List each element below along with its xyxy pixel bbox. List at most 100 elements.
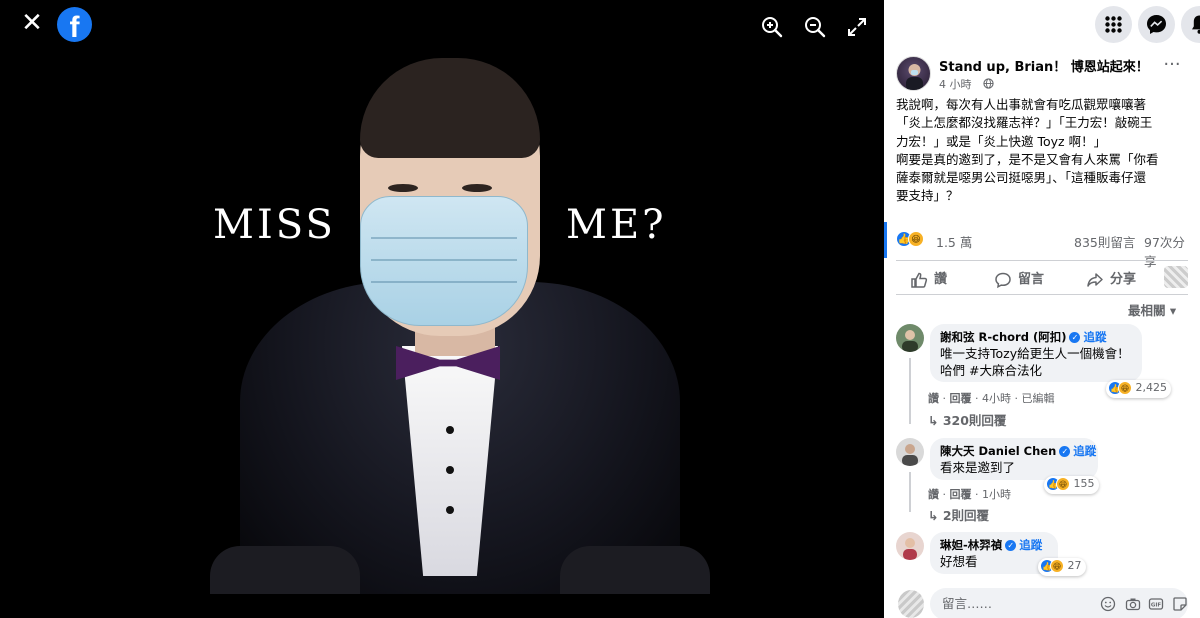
photo-caption-me: ME?: [566, 202, 667, 248]
comment-actions: 讚 · 回覆 · 1小時: [928, 488, 1011, 501]
comment-item: 謝和弦 R-chord (阿扣) ✓ 追蹤 唯一支持Tozy給更生人一個機會！ 哈們…: [896, 324, 1196, 434]
figure-hair: [360, 58, 540, 158]
like-button[interactable]: 讚: [910, 268, 947, 289]
post-text: 我說啊，每次有人出事就會有吃瓜觀眾嚷嚷著 「炎上怎麼都沒找羅志祥？」「王力宏！敲…: [896, 96, 1194, 206]
notification-icon[interactable]: [1181, 6, 1200, 43]
follow-link[interactable]: 追蹤: [1019, 538, 1042, 552]
comment-text: 看來是邀到了: [940, 460, 1016, 475]
commenter-avatar[interactable]: [896, 532, 924, 560]
comment-time[interactable]: 4小時: [982, 392, 1011, 405]
shirt-stud: [446, 426, 454, 434]
thread-line: [909, 358, 911, 424]
post-text-line: 啊要是真的邀到了，是不是又會有人來罵「你看: [896, 151, 1159, 167]
focus-indicator: [884, 222, 887, 258]
thread-line: [909, 472, 911, 512]
eye: [388, 184, 418, 192]
haha-reaction-icon: 😆: [1118, 381, 1132, 395]
svg-text:GIF: GIF: [1151, 603, 1162, 609]
comment-text: 好想看: [940, 554, 978, 569]
comment-like-link[interactable]: 讚: [928, 488, 939, 501]
verified-badge-icon: ✓: [1059, 446, 1071, 457]
reactions-summary[interactable]: 👍😆 1.5 萬 835則留言 97次分享: [896, 230, 1188, 269]
user-avatar[interactable]: [898, 590, 924, 618]
comment-reply-link[interactable]: 回覆: [950, 488, 972, 501]
emoji-icon[interactable]: [1100, 596, 1116, 612]
commenter-name[interactable]: 謝和弦 R-chord (阿扣): [940, 330, 1066, 344]
comment-reaction-count: 155: [1073, 477, 1095, 490]
zoom-in-icon[interactable]: [759, 14, 785, 40]
menu-grid-icon[interactable]: [1095, 6, 1132, 43]
messenger-icon[interactable]: [1138, 6, 1175, 43]
follow-link[interactable]: 追蹤: [1073, 444, 1096, 458]
top-bar: [884, 0, 1200, 50]
haha-reaction-icon: 😆: [1050, 559, 1064, 573]
view-replies-link[interactable]: ↳ 320則回覆: [928, 410, 1006, 429]
photo-caption-miss: MISS: [213, 202, 336, 248]
comment-count[interactable]: 835則留言: [1074, 232, 1135, 251]
comment-reaction-count: 2,425: [1135, 381, 1168, 394]
post-text-line: 要支持」？: [896, 188, 959, 204]
commenter-name[interactable]: 陳大天 Daniel Chen: [940, 444, 1056, 458]
view-replies-link[interactable]: ↳ 2則回覆: [928, 505, 989, 524]
share-button[interactable]: 分享: [1086, 268, 1136, 289]
glove: [560, 546, 710, 594]
follow-link[interactable]: 追蹤: [1083, 330, 1106, 344]
comment-time[interactable]: 1小時: [982, 488, 1011, 501]
comment-sort-dropdown[interactable]: 最相關 ▾: [1128, 300, 1176, 319]
comment-icon: [995, 272, 1011, 288]
comment-button[interactable]: 留言: [994, 268, 1044, 289]
close-icon[interactable]: ✕: [18, 10, 46, 38]
haha-reaction-icon: 😆: [908, 230, 924, 247]
photo-viewer-page: ✕ f MISS ME? Stand up, Brian！ 博恩站起來！ 4 小…: [0, 0, 1200, 618]
face-mask: [360, 196, 528, 326]
divider: [896, 294, 1188, 295]
commenter-avatar[interactable]: [896, 324, 924, 352]
comment-composer: 留言…… GIF: [896, 588, 1196, 618]
post-text-line: 力宏！」或是「炎上快邀 Toyz 啊！」: [896, 133, 1107, 149]
comment-actions: 讚 · 回覆 · 4小時 · 已編輯: [928, 392, 1055, 405]
share-icon: [1087, 272, 1103, 287]
verified-badge-icon: ✓: [1069, 332, 1081, 343]
post-action-bar: 讚 留言 分享: [896, 262, 1200, 292]
comment-reactions[interactable]: 👍😆 2,425: [1106, 380, 1171, 398]
post-text-line: 薩泰爾就是噁男公司挺噁男」、「這種販毒仔還: [896, 170, 1147, 186]
page-name-link[interactable]: Stand up, Brian！ 博恩站起來！: [939, 56, 1149, 75]
comment-reactions[interactable]: 👍😆 155: [1044, 476, 1099, 494]
comment-like-link[interactable]: 讚: [928, 392, 939, 405]
shirt-stud: [446, 506, 454, 514]
camera-icon[interactable]: [1125, 596, 1141, 612]
haha-reaction-icon: 😆: [1056, 477, 1070, 491]
more-options-button[interactable]: ···: [1160, 56, 1184, 80]
share-as-avatar[interactable]: [1164, 266, 1188, 288]
comment-bubble: 陳大天 Daniel Chen ✓ 追蹤 看來是邀到了: [930, 438, 1098, 480]
facebook-logo-icon[interactable]: f: [57, 7, 92, 42]
comment-reaction-count: 27: [1067, 559, 1082, 572]
reaction-count[interactable]: 1.5 萬: [936, 232, 972, 251]
post-text-line: 「炎上怎麼都沒找羅志祥？」「王力宏！敲碗王: [896, 115, 1153, 131]
comment-item: 陳大天 Daniel Chen ✓ 追蹤 看來是邀到了 👍😆 155 讚 · 回覆 …: [896, 438, 1196, 528]
globe-icon: [983, 78, 994, 89]
commenter-name[interactable]: 琳妲-林羿禎: [940, 538, 1002, 552]
comment-text: 唯一支持Tozy給更生人一個機會！: [940, 346, 1130, 361]
post-header: Stand up, Brian！ 博恩站起來！ 4 小時 ···: [896, 54, 1196, 94]
post-timestamp[interactable]: 4 小時: [939, 76, 972, 92]
share-label: 分享: [1110, 272, 1137, 287]
sticker-icon[interactable]: [1172, 596, 1188, 612]
verified-badge-icon: ✓: [1005, 540, 1017, 551]
commenter-avatar[interactable]: [896, 438, 924, 466]
comment-text: 哈們 #大麻合法化: [940, 363, 1042, 378]
comment-bubble: 謝和弦 R-chord (阿扣) ✓ 追蹤 唯一支持Tozy給更生人一個機會！ 哈們…: [930, 324, 1142, 382]
zoom-out-icon[interactable]: [802, 14, 828, 40]
comment-reply-link[interactable]: 回覆: [950, 392, 972, 405]
photo-viewer: ✕ f MISS ME?: [0, 0, 884, 618]
comment-edited: 已編輯: [1021, 392, 1055, 405]
gif-icon[interactable]: GIF: [1148, 596, 1164, 612]
comment-reactions[interactable]: 👍😆 27: [1038, 558, 1086, 576]
post-text-line: 我說啊，每次有人出事就會有吃瓜觀眾嚷嚷著: [896, 97, 1147, 112]
page-avatar[interactable]: [896, 56, 931, 91]
comment-label: 留言: [1018, 272, 1045, 287]
like-label: 讚: [934, 272, 948, 287]
shirt-stud: [446, 466, 454, 474]
like-icon: [911, 272, 928, 288]
fullscreen-icon[interactable]: [844, 14, 870, 40]
